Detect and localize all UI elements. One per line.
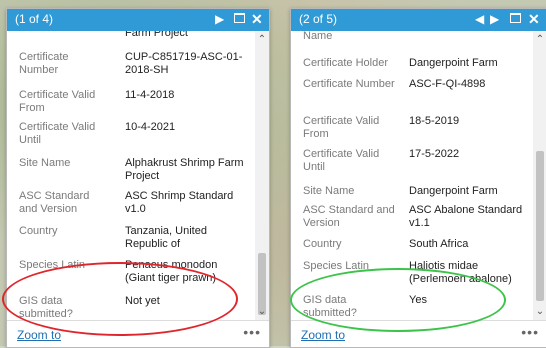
partial-label: Name (303, 31, 333, 42)
field-label: Site Name (303, 185, 355, 197)
scroll-down-icon[interactable]: ⌄ (255, 305, 269, 319)
field-value: Haliotis midae (Perlemoen abalone) (409, 260, 512, 285)
scrollbar[interactable]: ⌃ ⌄ (533, 31, 546, 321)
popup-footer: Zoom to ••• (291, 320, 546, 347)
maximize-icon[interactable] (234, 11, 245, 27)
field-value: 11-4-2018 (125, 89, 175, 101)
partial-value: Farm Project (125, 31, 188, 39)
field-value: 17-5-2022 (409, 148, 460, 160)
field-value: 10-4-2021 (125, 121, 176, 133)
field-label: Country (19, 225, 58, 237)
field-label: ASC Standard and Version (19, 190, 90, 215)
close-icon[interactable]: ✕ (251, 11, 263, 27)
field-label: Species Latin (19, 259, 86, 271)
maximize-icon[interactable] (510, 11, 521, 27)
field-label: ASC Standard and Version (303, 204, 395, 229)
more-actions-icon[interactable]: ••• (243, 324, 261, 340)
popup-header: (2 of 5) ◀ ▶ ✕ (291, 9, 546, 31)
field-label: GIS data submitted? (303, 294, 357, 319)
popup-left: (1 of 4) ▶ ✕ Farm Project Certificate Nu… (6, 8, 270, 348)
field-label: Certificate Valid From (19, 89, 96, 114)
popup-header: (1 of 4) ▶ ✕ (7, 9, 269, 31)
popup-footer: Zoom to ••• (7, 320, 269, 347)
field-value: Alphakrust Shrimp Farm Project (125, 157, 244, 182)
field-label: Certificate Valid Until (303, 148, 380, 173)
field-label: Certificate Valid Until (19, 121, 96, 146)
field-label: Certificate Number (303, 78, 395, 90)
scroll-thumb[interactable] (536, 151, 544, 301)
zoom-to-link[interactable]: Zoom to (301, 328, 345, 342)
field-value: CUP-C851719-ASC-01-2018-SH (125, 51, 243, 76)
field-value: South Africa (409, 238, 469, 250)
field-value: Dangerpoint Farm (409, 57, 498, 69)
more-actions-icon[interactable]: ••• (521, 324, 539, 340)
field-label: Certificate Number (19, 51, 69, 76)
field-value: ASC Shrimp Standard v1.0 (125, 190, 234, 215)
zoom-to-link[interactable]: Zoom to (17, 328, 61, 342)
field-value: 18-5-2019 (409, 115, 460, 127)
field-value: ASC-F-QI-4898 (409, 78, 486, 90)
field-label: Site Name (19, 157, 71, 169)
field-label: Species Latin (303, 260, 370, 272)
feature-count: (2 of 5) (299, 12, 338, 26)
scrollbar[interactable]: ⌃ ⌄ (255, 31, 269, 321)
field-value: ASC Abalone Standard v1.1 (409, 204, 523, 229)
popup-right: (2 of 5) ◀ ▶ ✕ Name Certificate Holder D… (290, 8, 546, 348)
field-value: Dangerpoint Farm (409, 185, 498, 197)
close-icon[interactable]: ✕ (528, 11, 540, 27)
scroll-up-icon[interactable]: ⌃ (255, 33, 269, 47)
field-value: Penaeus monodon (Giant tiger prawn) (125, 259, 218, 284)
field-value: Not yet (125, 295, 160, 307)
field-value: Tanzania, United Republic of (125, 225, 207, 250)
next-feature-icon[interactable]: ▶ (215, 11, 224, 27)
feature-count: (1 of 4) (15, 12, 54, 26)
field-label: Country (303, 238, 342, 250)
field-label: Certificate Holder (303, 57, 388, 69)
field-label: GIS data submitted? (19, 295, 73, 320)
next-feature-icon[interactable]: ▶ (490, 11, 499, 27)
scroll-up-icon[interactable]: ⌃ (533, 33, 546, 47)
previous-feature-icon[interactable]: ◀ (475, 11, 484, 27)
field-value: Yes (409, 294, 427, 306)
scroll-down-icon[interactable]: ⌄ (533, 305, 546, 319)
popup-content: Farm Project Certificate Number CUP-C851… (7, 31, 255, 321)
field-label: Certificate Valid From (303, 115, 380, 140)
popup-content: Name Certificate Holder Dangerpoint Farm… (291, 31, 533, 321)
